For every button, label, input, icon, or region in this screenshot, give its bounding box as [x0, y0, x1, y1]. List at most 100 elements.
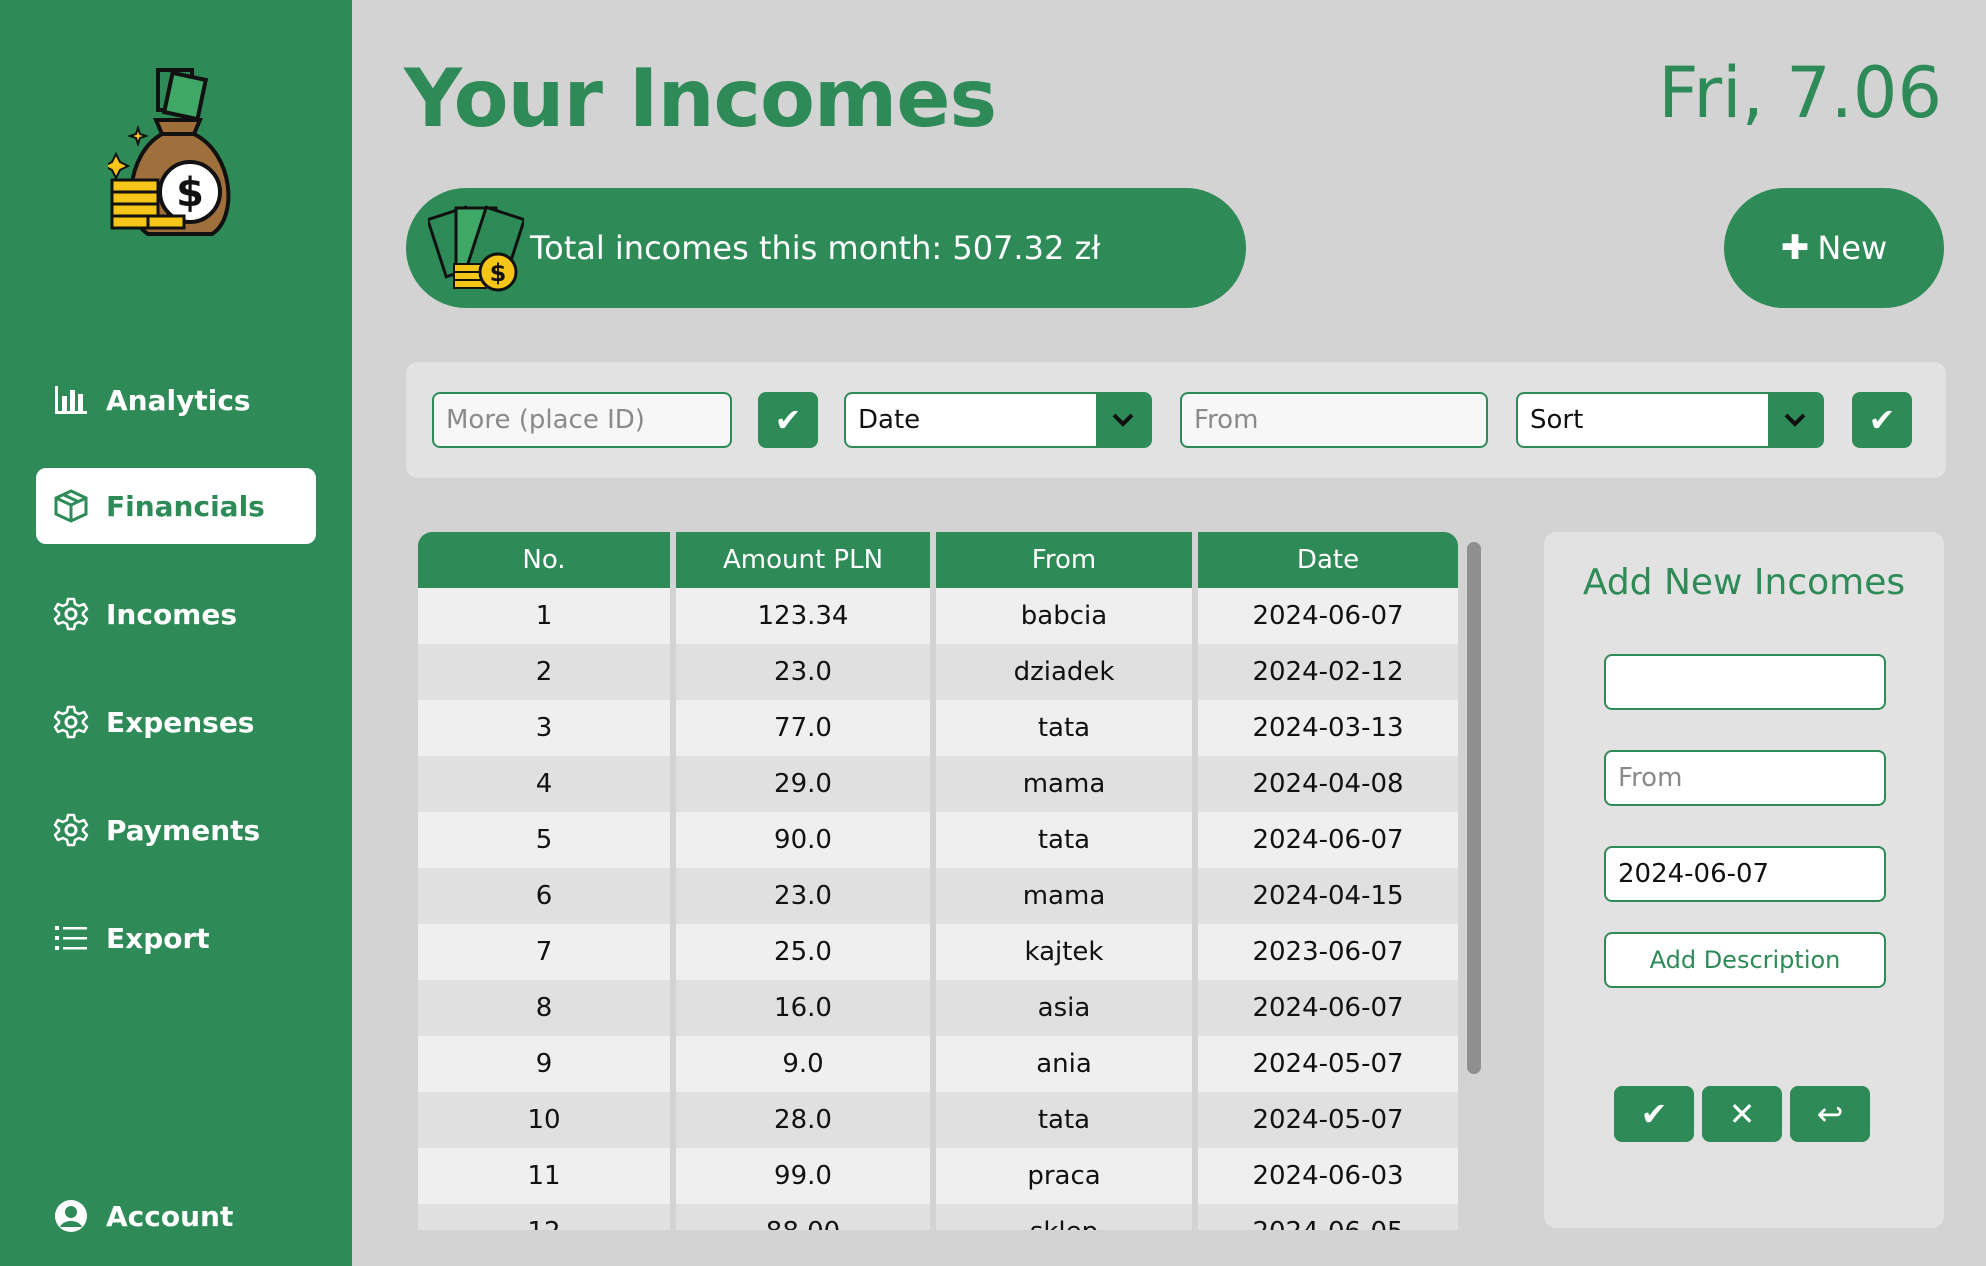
cell-no: 12: [418, 1204, 676, 1230]
table-row[interactable]: 11 99.0 praca 2024-06-03: [418, 1148, 1458, 1204]
add-description-button[interactable]: Add Description: [1604, 932, 1886, 988]
column-header-date[interactable]: Date: [1198, 532, 1458, 588]
cancel-button[interactable]: ✕: [1702, 1086, 1782, 1142]
table-row[interactable]: 6 23.0 mama 2024-04-15: [418, 868, 1458, 924]
sidebar: $ Analytics Financials Incomes Expenses: [0, 0, 352, 1266]
chevron-down-icon: [1096, 394, 1150, 446]
add-panel-title: Add New Incomes: [1582, 562, 1906, 603]
cell-no: 6: [418, 868, 676, 924]
amount-input[interactable]: [1604, 654, 1886, 710]
column-header-no[interactable]: No.: [418, 532, 676, 588]
sidebar-item-export[interactable]: Export: [36, 900, 316, 976]
return-button[interactable]: ↩: [1790, 1086, 1870, 1142]
sidebar-item-account[interactable]: Account: [36, 1178, 316, 1254]
confirm-button[interactable]: ✔: [1614, 1086, 1694, 1142]
cell-from: praca: [936, 1148, 1198, 1204]
incomes-table: No. Amount PLN From Date 1 123.34 babcia 20…: [418, 532, 1458, 1230]
table-row[interactable]: 2 23.0 dziadek 2024-02-12: [418, 644, 1458, 700]
cell-no: 10: [418, 1092, 676, 1148]
table-row[interactable]: 1 123.34 babcia 2024-06-07: [418, 588, 1458, 644]
sidebar-item-label: Financials: [106, 489, 265, 523]
cell-from: tata: [936, 700, 1198, 756]
cell-no: 2: [418, 644, 676, 700]
new-income-button[interactable]: ✚ New: [1724, 188, 1944, 308]
add-income-panel: Add New Incomes Add Description ✔ ✕ ↩: [1544, 532, 1944, 1228]
sort-select[interactable]: Sort: [1516, 392, 1824, 448]
cell-from: babcia: [936, 588, 1198, 644]
apply-more-button[interactable]: ✔: [758, 392, 818, 448]
total-incomes-text: Total incomes this month: 507.32 zł: [530, 229, 1101, 267]
table-row[interactable]: 8 16.0 asia 2024-06-07: [418, 980, 1458, 1036]
cell-no: 3: [418, 700, 676, 756]
user-icon: [36, 1198, 106, 1234]
cell-no: 11: [418, 1148, 676, 1204]
from-input[interactable]: [1604, 750, 1886, 806]
box-icon: [36, 488, 106, 524]
sidebar-item-incomes[interactable]: Incomes: [36, 576, 316, 652]
cell-amount: 9.0: [676, 1036, 936, 1092]
cell-no: 7: [418, 924, 676, 980]
sidebar-item-expenses[interactable]: Expenses: [36, 684, 316, 760]
gear-icon: [36, 596, 106, 632]
table-row[interactable]: 7 25.0 kajtek 2023-06-07: [418, 924, 1458, 980]
cell-amount: 16.0: [676, 980, 936, 1036]
checkmark-icon: ✔: [1868, 401, 1896, 439]
table-row[interactable]: 9 9.0 ania 2024-05-07: [418, 1036, 1458, 1092]
list-icon: [36, 920, 106, 956]
checkmark-icon: ✔: [774, 401, 802, 439]
sidebar-item-payments[interactable]: Payments: [36, 792, 316, 868]
table-row[interactable]: 4 29.0 mama 2024-04-08: [418, 756, 1458, 812]
svg-text:$: $: [490, 259, 507, 287]
cell-amount: 88.00: [676, 1204, 936, 1230]
from-filter-input[interactable]: [1180, 392, 1488, 448]
cell-from: asia: [936, 980, 1198, 1036]
money-stack-icon: $: [428, 205, 524, 292]
column-header-from[interactable]: From: [936, 532, 1198, 588]
date-input[interactable]: [1604, 846, 1886, 902]
return-icon: ↩: [1816, 1095, 1844, 1133]
page-title: Your Incomes: [404, 52, 997, 145]
close-icon: ✕: [1728, 1095, 1756, 1133]
table-row[interactable]: 5 90.0 tata 2024-06-07: [418, 812, 1458, 868]
cell-amount: 29.0: [676, 756, 936, 812]
incomes-table-container[interactable]: No. Amount PLN From Date 1 123.34 babcia 20…: [418, 532, 1458, 1230]
more-place-id-input[interactable]: [432, 392, 732, 448]
cell-date: 2024-04-15: [1198, 868, 1458, 924]
cell-from: sklep: [936, 1204, 1198, 1230]
cell-no: 9: [418, 1036, 676, 1092]
cell-amount: 23.0: [676, 868, 936, 924]
cell-date: 2024-02-12: [1198, 644, 1458, 700]
chevron-down-icon: [1768, 394, 1822, 446]
table-row[interactable]: 1288.00sklep2024-06-05: [418, 1204, 1458, 1230]
table-row[interactable]: 3 77.0 tata 2024-03-13: [418, 700, 1458, 756]
sidebar-item-financials[interactable]: Financials: [36, 468, 316, 544]
date-select-value: Date: [858, 405, 921, 435]
sidebar-item-label: Export: [106, 921, 210, 955]
cell-amount: 23.0: [676, 644, 936, 700]
cell-from: tata: [936, 1092, 1198, 1148]
cell-no: 8: [418, 980, 676, 1036]
svg-text:$: $: [176, 170, 204, 216]
apply-sort-button[interactable]: ✔: [1852, 392, 1912, 448]
gear-icon: [36, 704, 106, 740]
sort-select-value: Sort: [1530, 405, 1584, 435]
cell-from: mama: [936, 868, 1198, 924]
account-label: Account: [106, 1199, 234, 1233]
cell-amount: 77.0: [676, 700, 936, 756]
date-select[interactable]: Date: [844, 392, 1152, 448]
sidebar-item-analytics[interactable]: Analytics: [36, 362, 316, 438]
cell-date: 2024-06-07: [1198, 588, 1458, 644]
cell-from: tata: [936, 812, 1198, 868]
cell-date: 2024-04-08: [1198, 756, 1458, 812]
table-scrollbar[interactable]: [1467, 542, 1481, 1074]
sidebar-item-label: Incomes: [106, 597, 238, 631]
gear-icon: [36, 812, 106, 848]
cell-amount: 28.0: [676, 1092, 936, 1148]
plus-icon: ✚: [1780, 228, 1810, 268]
cell-date: 2024-06-03: [1198, 1148, 1458, 1204]
table-row[interactable]: 10 28.0 tata 2024-05-07: [418, 1092, 1458, 1148]
new-button-label: New: [1817, 229, 1888, 267]
column-header-amount[interactable]: Amount PLN: [676, 532, 936, 588]
sidebar-item-label: Payments: [106, 813, 261, 847]
money-bag-logo: $: [108, 68, 231, 236]
